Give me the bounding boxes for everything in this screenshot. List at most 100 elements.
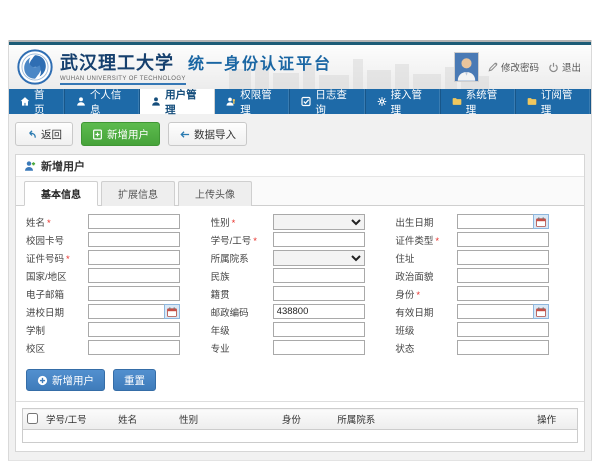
birth-date-input[interactable] — [457, 214, 533, 229]
identity-input[interactable] — [457, 286, 549, 301]
field-label-text: 出生日期 — [395, 218, 433, 229]
back-button[interactable]: 返回 — [15, 122, 73, 146]
field-label-text: 电子邮箱 — [26, 290, 64, 301]
nav-item-system-management[interactable]: 系统管理 — [441, 89, 516, 114]
home-icon — [20, 96, 30, 107]
field-label: 班级 — [395, 323, 457, 337]
logout-link[interactable]: 退出 — [548, 60, 581, 74]
address-input[interactable] — [457, 250, 549, 265]
university-logo — [17, 49, 53, 85]
tab-upload-avatar[interactable]: 上传头像 — [178, 181, 252, 206]
field-label-text: 住址 — [395, 254, 414, 265]
schooling-length-input[interactable] — [88, 322, 180, 337]
country-input[interactable] — [88, 268, 180, 283]
field-label-text: 身份 — [395, 290, 414, 301]
nav-item-access-management[interactable]: 接入管理 — [366, 89, 441, 114]
field-label: 年级 — [211, 323, 273, 337]
form-field: 学号/工号* — [211, 232, 390, 247]
form-field: 校园卡号 — [26, 232, 205, 247]
add-user-toolbar-button[interactable]: 新增用户 — [81, 122, 160, 146]
campus-card-input[interactable] — [88, 232, 180, 247]
name-input[interactable] — [88, 214, 180, 229]
id-number-input[interactable] — [88, 250, 180, 265]
form-field: 状态 — [395, 340, 574, 355]
native-place-input[interactable] — [273, 286, 365, 301]
field-label: 状态 — [395, 341, 457, 355]
gender-select[interactable] — [273, 214, 365, 230]
main-nav: 首页 个人信息 用户管理 权限管理 日志查询 接入管理 系统管理 订阅管理 — [9, 89, 591, 114]
calendar-icon[interactable] — [164, 304, 180, 319]
field-label-text: 校区 — [26, 344, 45, 355]
field-label: 有效日期 — [395, 305, 457, 319]
email-input[interactable] — [88, 286, 180, 301]
nav-label: 首页 — [34, 87, 53, 117]
field-label: 身份* — [395, 287, 457, 301]
folder-icon — [452, 96, 462, 107]
nav-item-permission-management[interactable]: 权限管理 — [215, 89, 290, 114]
form-field: 性别* — [211, 214, 390, 229]
nav-item-home[interactable]: 首页 — [9, 89, 65, 114]
political-status-input[interactable] — [457, 268, 549, 283]
campus-input[interactable] — [88, 340, 180, 355]
valid-date-input[interactable] — [457, 304, 533, 319]
nav-item-user-management[interactable]: 用户管理 — [140, 89, 215, 114]
postal-code-input[interactable] — [273, 304, 365, 319]
calendar-icon[interactable] — [533, 214, 549, 229]
form-field: 证件号码* — [26, 250, 205, 265]
change-password-link[interactable]: 修改密码 — [488, 60, 539, 74]
status-input[interactable] — [457, 340, 549, 355]
reset-button[interactable]: 重置 — [113, 369, 156, 391]
brand: 武汉理工大学 统一身份认证平台 WUHAN UNIVERSITY OF TECH… — [17, 49, 332, 85]
nav-label: 个人信息 — [90, 87, 128, 117]
nav-item-log-query[interactable]: 日志查询 — [290, 89, 365, 114]
form-field: 身份* — [395, 286, 574, 301]
select-all-checkbox[interactable] — [27, 413, 38, 424]
tab-basic-info[interactable]: 基本信息 — [24, 181, 98, 206]
data-import-button[interactable]: 数据导入 — [168, 122, 247, 146]
submit-add-user-button[interactable]: 新增用户 — [26, 369, 105, 391]
nav-item-subscription-management[interactable]: 订阅管理 — [516, 89, 591, 114]
header-user-area: 修改密码 退出 — [454, 52, 581, 82]
col-identity: 身份 — [278, 409, 333, 430]
panel-header: 新增用户 — [16, 155, 584, 177]
tab-bar: 基本信息 扩展信息 上传头像 — [16, 177, 584, 206]
field-label: 学制 — [26, 323, 88, 337]
field-label-text: 所属院系 — [211, 254, 249, 265]
university-name: 武汉理工大学 — [60, 49, 174, 75]
field-label: 籍贯 — [211, 287, 273, 301]
field-label-text: 年级 — [211, 326, 230, 337]
student-id-input[interactable] — [273, 232, 365, 247]
class-input[interactable] — [457, 322, 549, 337]
id-type-input[interactable] — [457, 232, 549, 247]
records-table-wrap: 学号/工号 姓名 性别 身份 所属院系 操作 — [16, 401, 584, 451]
nav-item-personal-info[interactable]: 个人信息 — [65, 89, 140, 114]
field-label-text: 进校日期 — [26, 308, 64, 319]
field-label-text: 证件类型 — [395, 236, 433, 247]
import-arrow-icon — [179, 129, 190, 140]
tab-extended-info[interactable]: 扩展信息 — [101, 181, 175, 206]
field-label: 校区 — [26, 341, 88, 355]
entry-date-field — [88, 304, 180, 319]
form-field: 进校日期 — [26, 304, 205, 319]
field-label-text: 性别 — [211, 218, 230, 229]
field-label-text: 证件号码 — [26, 254, 64, 265]
col-department: 所属院系 — [333, 409, 533, 430]
form-field: 出生日期 — [395, 214, 574, 229]
valid-date-field — [457, 304, 549, 319]
field-label-text: 专业 — [211, 344, 230, 355]
grade-input[interactable] — [273, 322, 365, 337]
ethnicity-input[interactable] — [273, 268, 365, 283]
department-select[interactable] — [273, 250, 365, 266]
field-label: 政治面貌 — [395, 269, 457, 283]
form-field: 电子邮箱 — [26, 286, 205, 301]
form-field: 姓名* — [26, 214, 205, 229]
toolbar: 返回 新增用户 数据导入 — [15, 122, 585, 146]
add-document-icon — [92, 129, 103, 140]
calendar-icon[interactable] — [533, 304, 549, 319]
data-import-label: 数据导入 — [194, 127, 236, 142]
entry-date-input[interactable] — [88, 304, 164, 319]
records-table: 学号/工号 姓名 性别 身份 所属院系 操作 — [22, 408, 578, 443]
major-input[interactable] — [273, 340, 365, 355]
field-label: 专业 — [211, 341, 273, 355]
field-label: 证件号码* — [26, 251, 88, 265]
